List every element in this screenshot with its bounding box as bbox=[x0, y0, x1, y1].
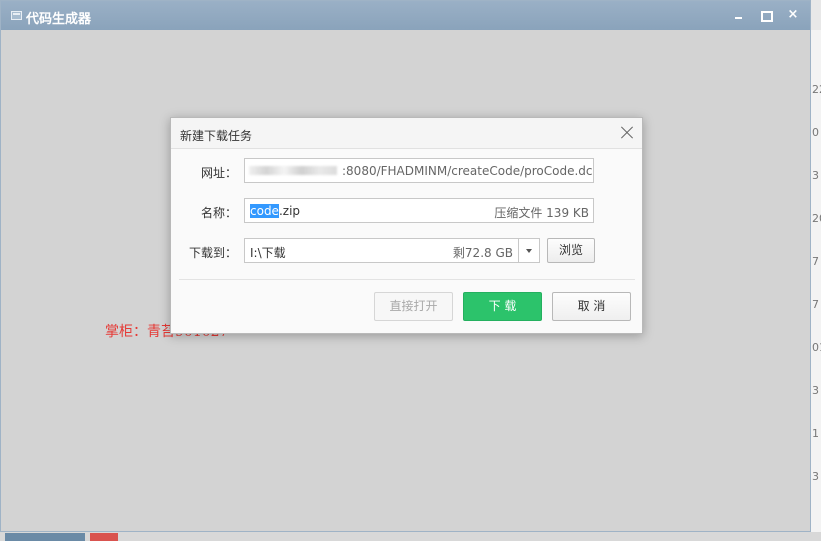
filename-extension: .zip bbox=[278, 204, 301, 218]
maximize-icon[interactable] bbox=[756, 6, 774, 24]
minimize-icon[interactable] bbox=[729, 6, 747, 24]
background-footer bbox=[0, 532, 821, 541]
background-cell: 3 bbox=[812, 470, 819, 483]
url-redacted-host bbox=[249, 166, 337, 175]
url-field[interactable]: :8080/FHADMINM/createCode/proCode.dc bbox=[244, 158, 594, 183]
name-label: 名称： bbox=[200, 206, 237, 220]
background-button bbox=[5, 533, 85, 541]
background-cell: 7 bbox=[812, 255, 819, 268]
cancel-button[interactable]: 取 消 bbox=[552, 292, 631, 321]
background-cell: 7 bbox=[812, 298, 819, 311]
background-cell: 1 bbox=[812, 427, 819, 440]
background-cell: 22 bbox=[812, 83, 821, 96]
background-cell: 20 bbox=[812, 212, 821, 225]
save-location-select[interactable]: I:\下载 剩72.8 GB bbox=[244, 238, 540, 263]
save-path: I:\下载 bbox=[250, 246, 286, 260]
filename-value: code.zip bbox=[250, 204, 300, 218]
close-icon[interactable]: × bbox=[784, 6, 802, 24]
background-cell: 3 bbox=[812, 169, 819, 182]
background-cell: 3 bbox=[812, 384, 819, 397]
background-cell: 0 bbox=[812, 126, 819, 139]
download-button[interactable]: 下 载 bbox=[463, 292, 542, 321]
file-type-size: 压缩文件 139 KB bbox=[494, 206, 589, 220]
background-cell: 01 bbox=[812, 341, 821, 354]
free-space: 剩72.8 GB bbox=[452, 246, 513, 260]
window-title: 代码生成器 bbox=[26, 12, 92, 27]
background-table-column bbox=[810, 30, 821, 541]
open-directly-button[interactable]: 直接打开 bbox=[374, 292, 453, 321]
browse-button[interactable]: 浏览 bbox=[547, 238, 595, 263]
new-download-dialog: 新建下载任务 网址： :8080/FHADMINM/createCode/pro… bbox=[170, 117, 643, 334]
chevron-down-icon[interactable] bbox=[518, 239, 539, 262]
save-to-label: 下载到： bbox=[188, 246, 237, 260]
window-titlebar[interactable]: 代码生成器 × bbox=[1, 1, 810, 30]
background-delete-button bbox=[90, 533, 118, 541]
url-label: 网址： bbox=[200, 166, 237, 180]
filename-field[interactable]: code.zip 压缩文件 139 KB bbox=[244, 198, 594, 223]
dialog-header: 新建下载任务 bbox=[171, 118, 642, 149]
dialog-title: 新建下载任务 bbox=[180, 129, 253, 143]
filename-selected-text: code bbox=[250, 204, 279, 218]
url-value: :8080/FHADMINM/createCode/proCode.dc bbox=[342, 164, 593, 178]
window-app-icon bbox=[11, 11, 22, 20]
close-icon[interactable] bbox=[618, 124, 636, 142]
dialog-divider bbox=[179, 279, 635, 280]
